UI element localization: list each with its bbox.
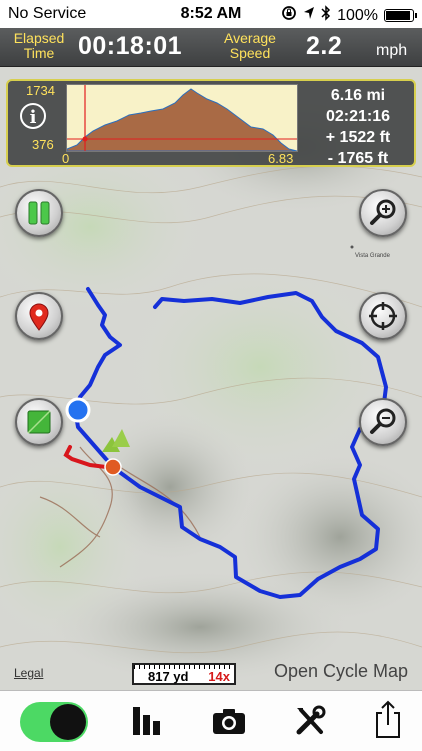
duration-readout: 02:21:16 bbox=[325, 108, 391, 125]
scale-distance: 817 yd bbox=[148, 669, 189, 684]
zoom-out-button[interactable] bbox=[359, 398, 407, 446]
elapsed-time-value: 00:18:01 bbox=[78, 32, 183, 60]
pause-icon bbox=[28, 201, 50, 225]
distance-max-label: 6.83 bbox=[268, 151, 294, 166]
elevation-min-label: 376 bbox=[32, 137, 54, 152]
pause-button[interactable] bbox=[15, 189, 63, 237]
tools-icon[interactable] bbox=[293, 704, 327, 743]
scale-bar: 817 yd 14x bbox=[132, 663, 236, 685]
stats-bar: Elapsed Time 00:18:01 Average Speed 2.2 mp… bbox=[0, 28, 422, 67]
status-bar: No Service 8:52 AM 100% bbox=[0, 0, 422, 28]
map-pin-icon bbox=[29, 303, 49, 331]
camera-icon[interactable] bbox=[211, 706, 247, 741]
elapsed-time-label: Elapsed Time bbox=[13, 30, 65, 61]
map-layer-button[interactable] bbox=[15, 398, 63, 446]
speed-unit: mph bbox=[376, 42, 408, 59]
map-attribution: Open Cycle Map bbox=[273, 661, 408, 681]
zoom-in-icon bbox=[370, 199, 396, 225]
average-speed-value: 2.2 bbox=[306, 32, 343, 60]
location-arrow-icon bbox=[303, 6, 315, 25]
current-location-dot bbox=[65, 397, 91, 423]
recenter-button[interactable] bbox=[359, 292, 407, 340]
profile-position-dot bbox=[82, 136, 88, 142]
elevation-max-label: 1734 bbox=[26, 83, 55, 98]
distance-min-label: 0 bbox=[62, 151, 70, 166]
legal-link[interactable]: Legal bbox=[14, 666, 43, 680]
info-button[interactable]: i bbox=[20, 103, 46, 129]
svg-text:Vista Grande: Vista Grande bbox=[355, 253, 391, 259]
bottom-toolbar bbox=[0, 690, 422, 751]
average-speed-label: Average Speed bbox=[224, 30, 276, 61]
share-icon[interactable] bbox=[373, 699, 403, 744]
zoom-out-icon bbox=[370, 408, 396, 434]
battery-percent: 100% bbox=[337, 6, 378, 24]
elevation-panel: 1734 376 i 0 6.83 6.16 mi 02:21:16 + 152… bbox=[6, 79, 416, 167]
bluetooth-icon bbox=[321, 5, 331, 26]
trip-readouts: 6.16 mi 02:21:16 + 1522 ft - 1765 ft bbox=[304, 85, 412, 169]
stats-bars-icon[interactable] bbox=[131, 703, 163, 742]
distance-readout: 6.16 mi bbox=[330, 87, 386, 104]
tracking-toggle[interactable] bbox=[20, 702, 88, 742]
status-right: 100% bbox=[281, 5, 417, 26]
zoom-in-button[interactable] bbox=[359, 189, 407, 237]
layer-square-icon bbox=[27, 410, 51, 434]
elevation-profile-chart[interactable] bbox=[66, 84, 298, 152]
battery-icon bbox=[384, 9, 417, 22]
waypoint-button[interactable] bbox=[15, 292, 63, 340]
gain-readout: + 1522 ft bbox=[325, 129, 391, 146]
recenter-icon bbox=[369, 302, 397, 330]
loss-readout: - 1765 ft bbox=[327, 150, 389, 167]
rotation-lock-icon bbox=[281, 5, 297, 26]
zoom-level: 14x bbox=[208, 669, 230, 684]
elevation-profile-area bbox=[66, 88, 298, 152]
